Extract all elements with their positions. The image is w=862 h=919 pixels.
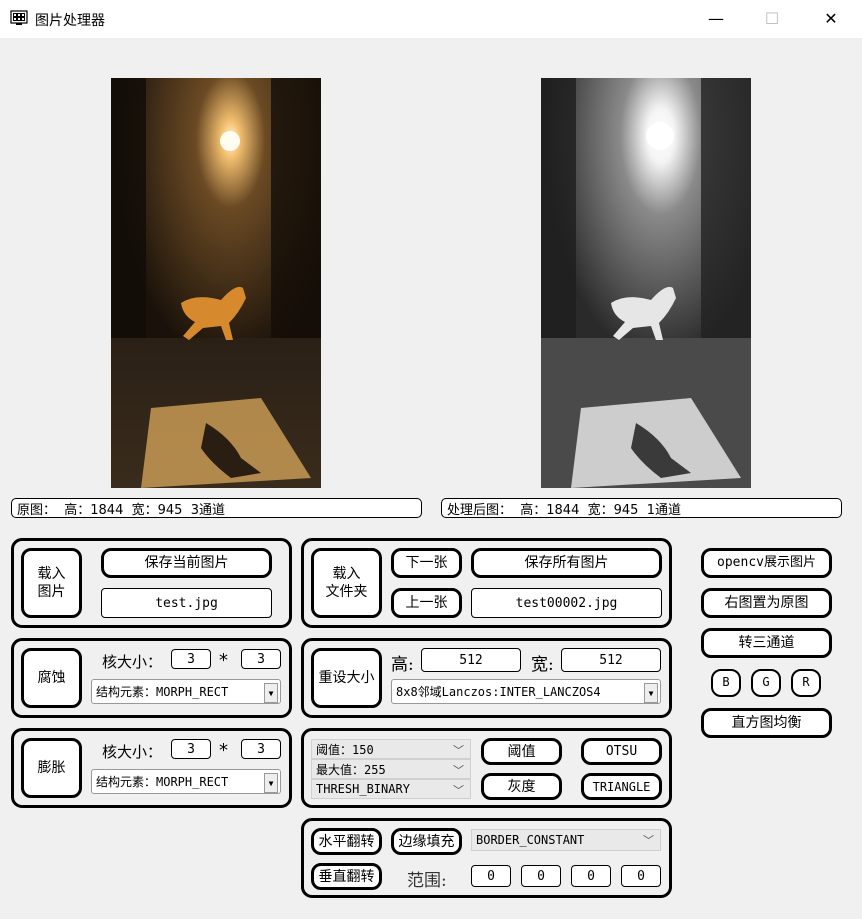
opencv-show-button[interactable]: opencv展示图片 <box>701 548 832 578</box>
erode-kernel-w[interactable]: 3 <box>171 649 211 669</box>
dilate-struct-value: 结构元素：MORPH_RECT <box>96 775 229 789</box>
chevron-down-icon: ﹀ <box>453 744 464 757</box>
vflip-button[interactable]: 垂直翻转 <box>311 863 382 890</box>
range-left[interactable]: 0 <box>571 865 611 887</box>
triangle-button[interactable]: TRIANGLE <box>581 773 662 800</box>
original-info: 原图： 高：1844 宽：945 3通道 <box>11 498 422 518</box>
erode-times: * <box>219 650 228 671</box>
chevron-down-icon: ▼ <box>644 683 658 703</box>
max-select[interactable]: 最大值：255 ﹀ <box>311 759 471 779</box>
title-bar: 图片处理器 — ☐ ✕ <box>0 0 862 38</box>
border-type-value: BORDER_CONSTANT <box>476 833 585 847</box>
width-input[interactable]: 512 <box>561 648 661 672</box>
load-image-button[interactable]: 载入 图片 <box>21 548 82 618</box>
resize-button[interactable]: 重设大小 <box>311 648 382 708</box>
chevron-down-icon: ﹀ <box>453 784 464 797</box>
range-right[interactable]: 0 <box>621 865 661 887</box>
erode-kernel-h[interactable]: 3 <box>241 649 281 669</box>
height-input[interactable]: 512 <box>421 648 521 672</box>
border-fill-button[interactable]: 边缘填充 <box>391 828 462 855</box>
gray-button[interactable]: 灰度 <box>481 773 562 800</box>
otsu-button[interactable]: OTSU <box>581 738 662 765</box>
current-filename-field[interactable]: test.jpg <box>101 588 272 618</box>
max-value: 最大值：255 <box>316 762 386 777</box>
processed-image <box>541 78 751 488</box>
maximize-button[interactable]: ☐ <box>743 0 801 38</box>
save-current-button[interactable]: 保存当前图片 <box>101 548 272 578</box>
dilate-times: * <box>219 740 228 761</box>
app-icon <box>10 10 28 25</box>
folder-filename-field[interactable]: test00002.jpg <box>471 588 662 618</box>
load-folder-button[interactable]: 载入 文件夹 <box>311 548 382 618</box>
r-channel-button[interactable]: R <box>791 669 821 697</box>
g-channel-button[interactable]: G <box>751 669 781 697</box>
close-button[interactable]: ✕ <box>802 0 860 38</box>
window-title: 图片处理器 <box>35 13 105 29</box>
minimize-button[interactable]: — <box>687 0 745 38</box>
original-image <box>111 78 321 488</box>
dilate-kernel-label: 核大小： <box>102 743 163 761</box>
chevron-down-icon: ▼ <box>264 773 278 793</box>
range-label: 范围: <box>407 871 447 891</box>
erode-button[interactable]: 腐蚀 <box>21 648 82 708</box>
dilate-button[interactable]: 膨胀 <box>21 738 82 798</box>
next-image-button[interactable]: 下一张 <box>391 548 462 578</box>
chevron-down-icon: ﹀ <box>643 834 654 847</box>
range-bottom[interactable]: 0 <box>521 865 561 887</box>
chevron-down-icon: ﹀ <box>453 764 464 777</box>
save-all-button[interactable]: 保存所有图片 <box>471 548 662 578</box>
border-type-select[interactable]: BORDER_CONSTANT ﹀ <box>471 829 661 851</box>
dilate-kernel-w[interactable]: 3 <box>171 739 211 759</box>
hflip-button[interactable]: 水平翻转 <box>311 828 382 855</box>
processed-info: 处理后图： 高：1844 宽：945 1通道 <box>441 498 842 518</box>
dilate-struct-select[interactable]: 结构元素：MORPH_RECT ▼ <box>91 769 281 794</box>
chevron-down-icon: ▼ <box>264 683 278 703</box>
height-label: 高: <box>391 655 414 675</box>
prev-image-button[interactable]: 上一张 <box>391 588 462 618</box>
set-as-original-button[interactable]: 右图置为原图 <box>701 588 832 618</box>
range-top[interactable]: 0 <box>471 865 511 887</box>
erode-kernel-label: 核大小： <box>102 653 163 671</box>
to-three-channel-button[interactable]: 转三通道 <box>701 628 832 658</box>
thresh-type-select[interactable]: THRESH_BINARY ﹀ <box>311 779 471 799</box>
width-label: 宽: <box>531 655 554 675</box>
erode-struct-value: 结构元素：MORPH_RECT <box>96 685 229 699</box>
thresh-select[interactable]: 阈值：150 ﹀ <box>311 739 471 759</box>
thresh-value: 阈值：150 <box>316 742 374 757</box>
thresh-type-value: THRESH_BINARY <box>316 782 410 796</box>
threshold-button[interactable]: 阈值 <box>481 738 562 765</box>
interp-select[interactable]: 8x8邻域Lanczos:INTER_LANCZOS4 ▼ <box>391 679 661 704</box>
interp-value: 8x8邻域Lanczos:INTER_LANCZOS4 <box>396 685 601 699</box>
hist-eq-button[interactable]: 直方图均衡 <box>701 708 832 738</box>
b-channel-button[interactable]: B <box>711 669 741 697</box>
dilate-kernel-h[interactable]: 3 <box>241 739 281 759</box>
erode-struct-select[interactable]: 结构元素：MORPH_RECT ▼ <box>91 679 281 704</box>
